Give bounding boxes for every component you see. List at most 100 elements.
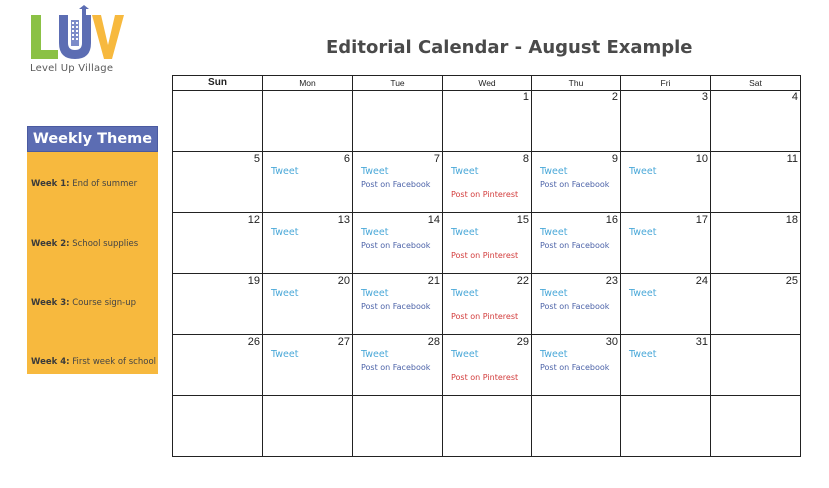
day-cell[interactable]: 17 Tweet xyxy=(621,213,711,273)
tweet-entry[interactable]: Tweet xyxy=(540,349,567,360)
tweet-entry[interactable]: Tweet xyxy=(361,166,388,177)
day-cell[interactable]: 19 xyxy=(173,274,263,334)
facebook-post-entry[interactable]: Post on Facebook xyxy=(540,241,609,250)
day-cell[interactable]: 31 Tweet xyxy=(621,335,711,395)
weekly-theme-header: Weekly Theme xyxy=(27,126,158,152)
day-number: 23 xyxy=(605,275,618,287)
day-number: 11 xyxy=(786,153,798,165)
day-cell[interactable] xyxy=(353,90,443,151)
day-cell[interactable]: 22 Tweet Post on Pinterest xyxy=(443,274,532,334)
tweet-entry[interactable]: Tweet xyxy=(629,349,656,360)
pinterest-post-entry[interactable]: Post on Pinterest xyxy=(451,251,518,260)
day-number: 25 xyxy=(785,275,798,287)
day-cell[interactable]: 14 Tweet Post on Facebook xyxy=(353,213,443,273)
tweet-entry[interactable]: Tweet xyxy=(629,288,656,299)
tweet-entry[interactable]: Tweet xyxy=(451,349,478,360)
day-cell[interactable] xyxy=(263,396,353,456)
facebook-post-entry[interactable]: Post on Facebook xyxy=(361,180,430,189)
day-cell[interactable] xyxy=(621,396,711,456)
day-cell[interactable]: 29 Tweet Post on Pinterest xyxy=(443,335,532,395)
day-number: 20 xyxy=(337,275,350,287)
pinterest-post-entry[interactable]: Post on Pinterest xyxy=(451,312,518,321)
pinterest-post-entry[interactable]: Post on Pinterest xyxy=(451,373,518,382)
facebook-post-entry[interactable]: Post on Facebook xyxy=(540,302,609,311)
day-cell[interactable]: 28 Tweet Post on Facebook xyxy=(353,335,443,395)
day-cell[interactable]: 9 Tweet Post on Facebook xyxy=(532,152,621,212)
day-cell[interactable]: 16 Tweet Post on Facebook xyxy=(532,213,621,273)
day-cell[interactable]: 25 xyxy=(711,274,800,334)
facebook-post-entry[interactable]: Post on Facebook xyxy=(361,302,430,311)
day-header-fri: Fri xyxy=(621,76,711,90)
day-cell[interactable] xyxy=(443,396,532,456)
day-number: 9 xyxy=(611,153,618,165)
facebook-post-entry[interactable]: Post on Facebook xyxy=(361,363,430,372)
day-cell[interactable] xyxy=(353,396,443,456)
day-number: 27 xyxy=(337,336,350,348)
tweet-entry[interactable]: Tweet xyxy=(629,227,656,238)
day-cell[interactable] xyxy=(263,90,353,151)
tweet-entry[interactable]: Tweet xyxy=(451,227,478,238)
day-cell[interactable]: 7 Tweet Post on Facebook xyxy=(353,152,443,212)
week-label: Week 2: xyxy=(31,239,70,249)
day-number: 30 xyxy=(605,336,618,348)
day-cell[interactable] xyxy=(532,396,621,456)
tweet-entry[interactable]: Tweet xyxy=(271,166,298,177)
facebook-post-entry[interactable]: Post on Facebook xyxy=(540,180,609,189)
calendar-header-row: Sun Mon Tue Wed Thu Fri Sat xyxy=(173,76,800,91)
day-cell[interactable]: 6 Tweet xyxy=(263,152,353,212)
day-cell[interactable]: 12 xyxy=(173,213,263,273)
day-cell[interactable] xyxy=(173,90,263,151)
tweet-entry[interactable]: Tweet xyxy=(540,288,567,299)
tweet-entry[interactable]: Tweet xyxy=(271,288,298,299)
day-cell[interactable]: 1 xyxy=(443,90,532,151)
day-cell[interactable]: 5 xyxy=(173,152,263,212)
tweet-entry[interactable]: Tweet xyxy=(540,166,567,177)
day-cell[interactable]: 21 Tweet Post on Facebook xyxy=(353,274,443,334)
tweet-entry[interactable]: Tweet xyxy=(451,288,478,299)
day-cell[interactable]: 24 Tweet xyxy=(621,274,711,334)
logo: Level Up Village xyxy=(28,5,158,77)
pinterest-post-entry[interactable]: Post on Pinterest xyxy=(451,190,518,199)
day-number: 8 xyxy=(522,153,529,165)
tweet-entry[interactable]: Tweet xyxy=(271,227,298,238)
calendar-week-row: 1 2 3 4 xyxy=(173,90,800,152)
facebook-post-entry[interactable]: Post on Facebook xyxy=(361,241,430,250)
tweet-entry[interactable]: Tweet xyxy=(361,227,388,238)
week-label: Week 3: xyxy=(31,298,70,308)
day-header-tue: Tue xyxy=(353,76,443,90)
week-text: End of summer xyxy=(72,179,138,189)
calendar-week-row: 26 27 Tweet 28 Tweet Post on Facebook 29 Tweet P… xyxy=(173,335,800,396)
day-header-sat: Sat xyxy=(749,78,762,88)
day-cell[interactable]: 10 Tweet xyxy=(621,152,711,212)
day-cell[interactable]: 23 Tweet Post on Facebook xyxy=(532,274,621,334)
tweet-entry[interactable]: Tweet xyxy=(540,227,567,238)
day-number: 4 xyxy=(791,91,798,103)
day-cell[interactable]: 8 Tweet Post on Pinterest xyxy=(443,152,532,212)
tweet-entry[interactable]: Tweet xyxy=(271,349,298,360)
day-number: 16 xyxy=(605,214,618,226)
tweet-entry[interactable]: Tweet xyxy=(361,349,388,360)
tweet-entry[interactable]: Tweet xyxy=(451,166,478,177)
day-cell[interactable]: 11 xyxy=(711,152,800,212)
tweet-entry[interactable]: Tweet xyxy=(629,166,656,177)
facebook-post-entry[interactable]: Post on Facebook xyxy=(540,363,609,372)
day-number: 29 xyxy=(516,336,529,348)
day-cell[interactable]: 18 xyxy=(711,213,800,273)
day-cell[interactable]: 15 Tweet Post on Pinterest xyxy=(443,213,532,273)
day-cell[interactable] xyxy=(711,396,800,456)
day-cell[interactable]: 30 Tweet Post on Facebook xyxy=(532,335,621,395)
day-cell[interactable]: 27 Tweet xyxy=(263,335,353,395)
day-cell[interactable]: 2 xyxy=(532,90,621,151)
day-cell[interactable]: 26 xyxy=(173,335,263,395)
day-cell[interactable]: 4 xyxy=(711,90,800,151)
day-cell[interactable]: 3 xyxy=(621,90,711,151)
day-cell[interactable] xyxy=(173,396,263,456)
calendar-week-row: 19 20 Tweet 21 Tweet Post on Facebook 22 Tweet P… xyxy=(173,274,800,335)
week-text: Course sign-up xyxy=(72,298,137,308)
tweet-entry[interactable]: Tweet xyxy=(361,288,388,299)
week-label: Week 1: xyxy=(31,179,70,189)
luv-logo-icon xyxy=(31,5,124,59)
day-cell[interactable]: 13 Tweet xyxy=(263,213,353,273)
day-cell[interactable]: 20 Tweet xyxy=(263,274,353,334)
day-cell[interactable] xyxy=(711,335,800,395)
